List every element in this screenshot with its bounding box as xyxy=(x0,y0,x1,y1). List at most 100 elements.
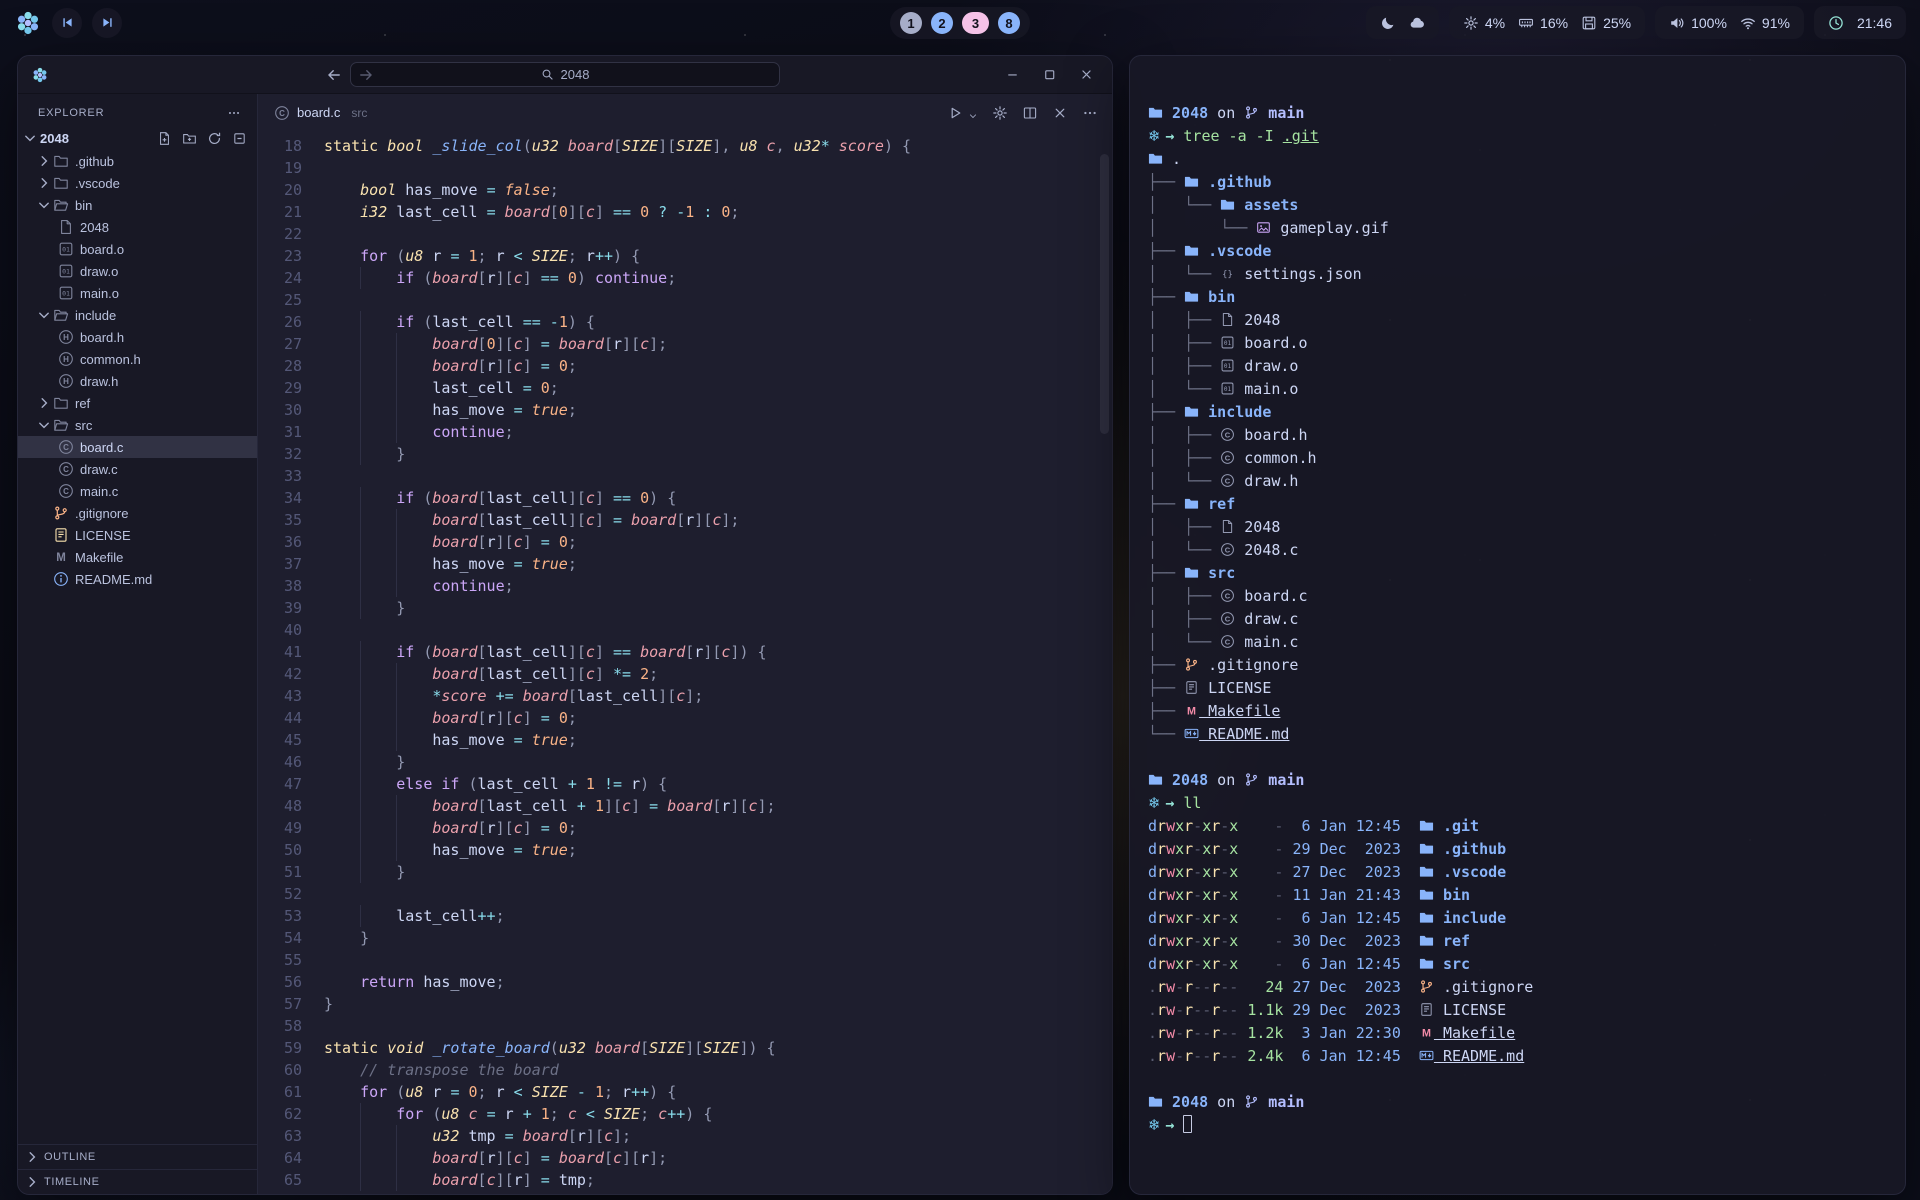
collapse-folders-icon[interactable] xyxy=(232,131,247,146)
line-number: 64 xyxy=(258,1147,324,1169)
terminal-line: │ └── {} settings.json xyxy=(1148,263,1895,286)
refresh-explorer-icon[interactable] xyxy=(207,131,222,146)
git-branch-icon xyxy=(1244,105,1259,120)
explorer-item-bin[interactable]: bin xyxy=(18,194,257,216)
file-icon xyxy=(58,219,74,235)
line-number: 21 xyxy=(258,201,324,223)
code-line-63: 63 u32 tmp = board[r][c]; xyxy=(258,1125,1112,1147)
outline-section[interactable]: OUTLINE xyxy=(18,1144,257,1169)
code-editor[interactable]: 18static bool _slide_col(u32 board[SIZE]… xyxy=(258,131,1112,1194)
explorer-item-2048[interactable]: 2048 xyxy=(18,216,257,238)
code-text: has_move = true; xyxy=(324,399,577,421)
git-branch-icon xyxy=(1184,657,1199,672)
explorer-item-draw.o[interactable]: 01draw.o xyxy=(18,260,257,282)
line-number: 25 xyxy=(258,289,324,311)
nav-forward-icon[interactable] xyxy=(358,67,374,83)
more-actions-icon[interactable] xyxy=(1082,105,1098,121)
close-editor-icon[interactable] xyxy=(1052,105,1068,121)
code-text: board[last_cell][c] = board[r][c]; xyxy=(324,509,739,531)
folder-solid-icon xyxy=(1184,243,1199,258)
audio-network-module[interactable]: 100% 91% xyxy=(1655,6,1804,39)
close-button[interactable] xyxy=(1079,67,1094,82)
code-line-46: 46 } xyxy=(258,751,1112,773)
timeline-section[interactable]: TIMELINE xyxy=(18,1169,257,1194)
minimize-button[interactable] xyxy=(1005,67,1020,82)
explorer-item-include[interactable]: include xyxy=(18,304,257,326)
code-line-39: 39 } xyxy=(258,597,1112,619)
explorer-item-common.h[interactable]: Hcommon.h xyxy=(18,348,257,370)
workspace-1[interactable]: 1 xyxy=(900,12,922,34)
tab-path: src xyxy=(351,106,367,120)
line-number: 41 xyxy=(258,641,324,663)
explorer-item-board.h[interactable]: Hboard.h xyxy=(18,326,257,348)
indent-guide xyxy=(396,421,432,443)
explorer-item-label: LICENSE xyxy=(75,528,131,543)
code-text: if (board[last_cell][c] == 0) { xyxy=(324,487,676,509)
explorer-item-Makefile[interactable]: MMakefile xyxy=(18,546,257,568)
explorer-root-folder[interactable]: 2048 xyxy=(18,126,257,150)
terminal-window[interactable]: 2048 on main❄ → tree -a -I .git .├── .gi… xyxy=(1129,55,1906,1195)
maximize-button[interactable] xyxy=(1042,67,1057,82)
code-text: u32 tmp = board[r][c]; xyxy=(324,1125,631,1147)
explorer-item-README.md[interactable]: README.md xyxy=(18,568,257,590)
editor-scrollbar[interactable] xyxy=(1100,154,1109,434)
launcher-icon[interactable] xyxy=(14,9,42,37)
indent-guide xyxy=(324,1103,360,1125)
explorer-item-board.o[interactable]: 01board.o xyxy=(18,238,257,260)
skip-forward-icon xyxy=(100,15,115,30)
terminal-line xyxy=(1148,1068,1895,1091)
explorer-more-icon[interactable] xyxy=(227,106,241,120)
line-number: 58 xyxy=(258,1015,324,1037)
tab-board-c[interactable]: C board.c src xyxy=(274,105,367,121)
indent-guide xyxy=(324,311,360,333)
terminal-output: 2048 on main❄ → tree -a -I .git .├── .gi… xyxy=(1148,102,1895,1137)
workspace-3[interactable]: 3 xyxy=(962,12,989,34)
line-number: 46 xyxy=(258,751,324,773)
explorer-item-board.c[interactable]: Cboard.c xyxy=(18,436,257,458)
memory-stat: 16% xyxy=(1518,15,1568,31)
settings-gear-icon[interactable] xyxy=(992,105,1008,121)
explorer-item-main.c[interactable]: Cmain.c xyxy=(18,480,257,502)
weather-module[interactable] xyxy=(1366,6,1439,39)
explorer-item-.vscode[interactable]: .vscode xyxy=(18,172,257,194)
run-dropdown-icon[interactable] xyxy=(968,108,978,118)
explorer-actions xyxy=(157,131,247,146)
indent-guide xyxy=(324,795,360,817)
binary-icon: 01 xyxy=(1220,335,1235,350)
skip-back-button[interactable] xyxy=(52,8,82,38)
code-line-21: 21 i32 last_cell = board[0][c] == 0 ? -1… xyxy=(258,201,1112,223)
indent-guide xyxy=(360,1125,396,1147)
line-number: 18 xyxy=(258,135,324,157)
explorer-item-ref[interactable]: ref xyxy=(18,392,257,414)
workspace-2[interactable]: 2 xyxy=(931,12,953,34)
explorer-item-draw.h[interactable]: Hdraw.h xyxy=(18,370,257,392)
explorer-item-main.o[interactable]: 01main.o xyxy=(18,282,257,304)
skip-forward-button[interactable] xyxy=(92,8,122,38)
new-file-icon[interactable] xyxy=(157,131,172,146)
explorer-item-.github[interactable]: .github xyxy=(18,150,257,172)
indent-guide xyxy=(360,531,396,553)
split-editor-icon[interactable] xyxy=(1022,105,1038,121)
explorer-item-draw.c[interactable]: Cdraw.c xyxy=(18,458,257,480)
system-stats-module[interactable]: 4% 16% 25% xyxy=(1449,6,1645,39)
nav-back-icon[interactable] xyxy=(326,67,342,83)
markdown-icon xyxy=(1419,1048,1434,1063)
terminal-line: drwxr-xr-x - 6 Jan 12:45 src xyxy=(1148,953,1895,976)
explorer-item-.gitignore[interactable]: .gitignore xyxy=(18,502,257,524)
volume-stat: 100% xyxy=(1669,15,1727,31)
code-line-26: 26 if (last_cell == -1) { xyxy=(258,311,1112,333)
workspace-8[interactable]: 8 xyxy=(998,12,1020,34)
new-folder-icon[interactable] xyxy=(182,131,197,146)
explorer-item-src[interactable]: src xyxy=(18,414,257,436)
line-number: 20 xyxy=(258,179,324,201)
run-button[interactable] xyxy=(947,105,963,121)
explorer-item-LICENSE[interactable]: LICENSE xyxy=(18,524,257,546)
command-center-search[interactable]: 2048 xyxy=(350,62,780,87)
cpu-stat: 4% xyxy=(1463,15,1505,31)
clock-module[interactable]: 21:46 xyxy=(1814,6,1906,39)
info-icon xyxy=(53,571,69,587)
line-number: 51 xyxy=(258,861,324,883)
indent-guide xyxy=(360,663,396,685)
indent-guide xyxy=(360,1147,396,1169)
svg-text:{}: {} xyxy=(1222,270,1233,280)
